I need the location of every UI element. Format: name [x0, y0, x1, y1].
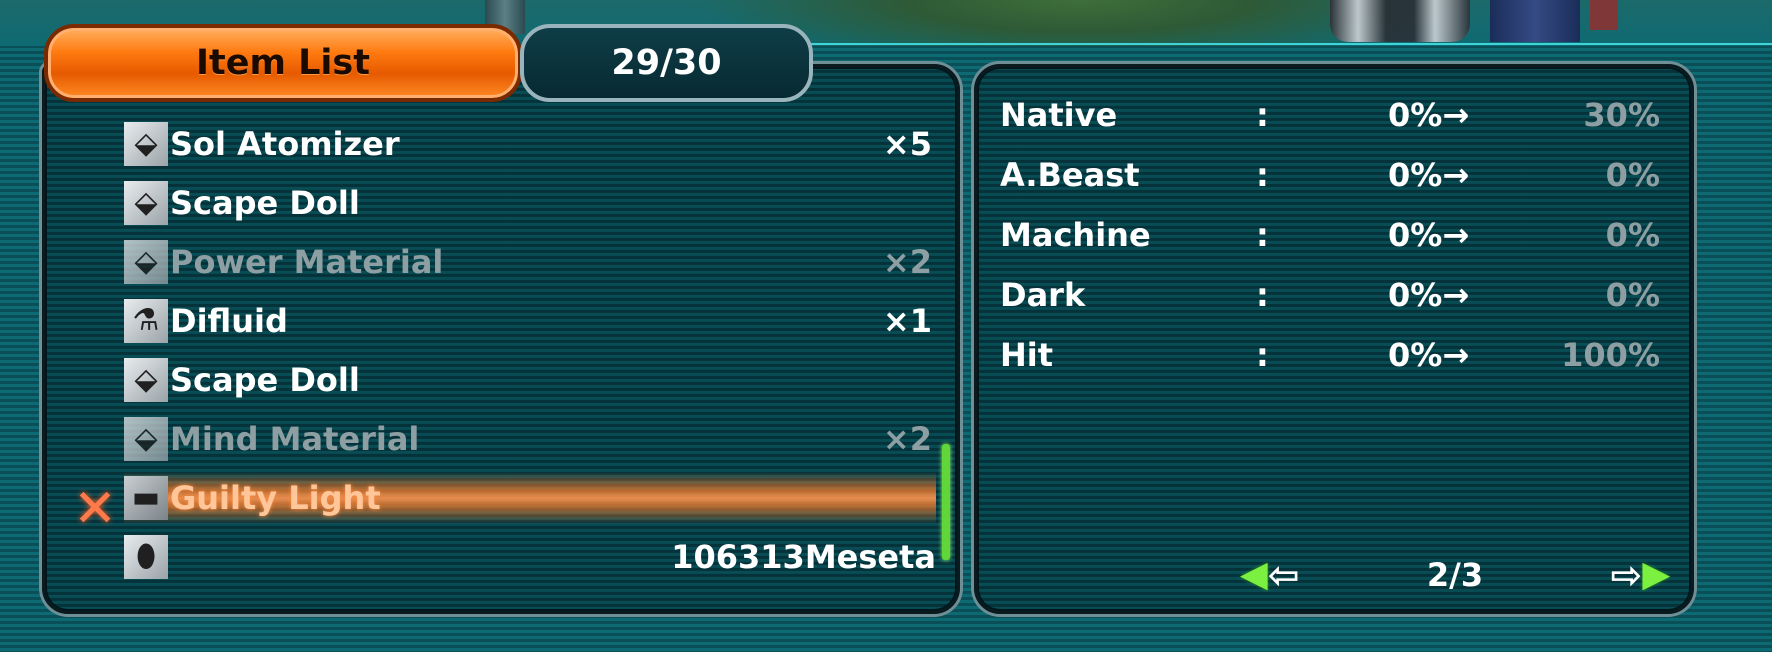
stat-row: Hit : 0%→ 100% — [1000, 330, 1660, 380]
stat-current: 0%→ — [1388, 96, 1470, 134]
stat-label: Dark — [1000, 276, 1086, 314]
arrow-right-icon: ⇨ — [1610, 553, 1643, 597]
stat-separator: : — [1256, 156, 1269, 194]
diamond-icon: ⬙ — [124, 417, 168, 461]
scene-character-accent — [1590, 0, 1618, 30]
item-name: Power Material — [170, 243, 444, 281]
stat-label: Machine — [1000, 216, 1151, 254]
next-page-button[interactable]: ⇨ ▶ — [1570, 550, 1670, 600]
scene-horizon-line — [800, 43, 1772, 45]
scene-character — [1490, 0, 1580, 42]
stat-separator: : — [1256, 336, 1269, 374]
item-quantity: ×2 — [882, 420, 932, 458]
diamond-icon: ⬙ — [124, 240, 168, 284]
prev-page-button[interactable]: ◀ ⇦ — [1240, 550, 1340, 600]
item-row[interactable]: ⬙ Sol Atomizer ×5 — [124, 118, 936, 170]
item-row[interactable]: ⬙ Scape Doll — [124, 354, 936, 406]
triangle-left-icon: ◀ — [1240, 554, 1268, 595]
stat-separator: : — [1256, 96, 1269, 134]
stat-max: 30% — [1583, 96, 1660, 134]
stat-label: Hit — [1000, 336, 1054, 374]
item-row[interactable]: ⬙ Mind Material ×2 — [124, 413, 936, 465]
scrollbar[interactable] — [942, 444, 950, 560]
triangle-right-icon: ▶ — [1642, 554, 1670, 595]
stat-max: 0% — [1605, 156, 1660, 194]
arrow-left-icon: ⇦ — [1267, 553, 1300, 597]
page-navigator: ◀ ⇦ 2/3 ⇨ ▶ — [1240, 550, 1670, 600]
item-name: Scape Doll — [170, 184, 360, 222]
stat-row: Native : 0%→ 30% — [1000, 90, 1660, 140]
meseta-icon: ⬮ — [124, 535, 168, 579]
item-quantity: ×5 — [882, 125, 932, 163]
item-count-tab: 29/30 — [520, 24, 813, 102]
stat-label: A.Beast — [1000, 156, 1140, 194]
item-quantity: ×2 — [882, 243, 932, 281]
item-name: Difluid — [170, 302, 288, 340]
stat-max: 0% — [1605, 216, 1660, 254]
meseta-amount: 106313Meseta — [671, 538, 936, 576]
item-row[interactable]: ⬙ Power Material ×2 — [124, 236, 936, 288]
stat-max: 0% — [1605, 276, 1660, 314]
scene-robot — [1330, 0, 1470, 42]
stat-current: 0%→ — [1388, 156, 1470, 194]
item-name: Guilty Light — [170, 479, 381, 517]
stat-separator: : — [1256, 216, 1269, 254]
stat-current: 0%→ — [1388, 336, 1470, 374]
meseta-row: ⬮ 106313Meseta — [124, 531, 936, 583]
item-name: Scape Doll — [170, 361, 360, 399]
stat-max: 100% — [1561, 336, 1660, 374]
discard-mark-icon: ✕ — [73, 479, 117, 539]
item-quantity: ×1 — [882, 302, 932, 340]
diamond-icon: ⬙ — [124, 122, 168, 166]
stat-row: Machine : 0%→ 0% — [1000, 210, 1660, 260]
flask-icon: ⚗ — [124, 299, 168, 343]
item-list-tab[interactable]: Item List — [44, 24, 522, 102]
stat-label: Native — [1000, 96, 1118, 134]
gun-icon: ▬ — [124, 476, 168, 520]
stat-row: A.Beast : 0%→ 0% — [1000, 150, 1660, 200]
item-row[interactable]: ⚗ Difluid ×1 — [124, 295, 936, 347]
stat-current: 0%→ — [1388, 276, 1470, 314]
item-row[interactable]: ⬙ Scape Doll — [124, 177, 936, 229]
item-name: Sol Atomizer — [170, 125, 400, 163]
stat-current: 0%→ — [1388, 216, 1470, 254]
stat-row: Dark : 0%→ 0% — [1000, 270, 1660, 320]
diamond-icon: ⬙ — [124, 181, 168, 225]
stat-separator: : — [1256, 276, 1269, 314]
item-row-selected[interactable]: ▬ Guilty Light — [124, 472, 936, 524]
diamond-icon: ⬙ — [124, 358, 168, 402]
page-indicator: 2/3 — [1426, 556, 1484, 594]
item-name: Mind Material — [170, 420, 420, 458]
